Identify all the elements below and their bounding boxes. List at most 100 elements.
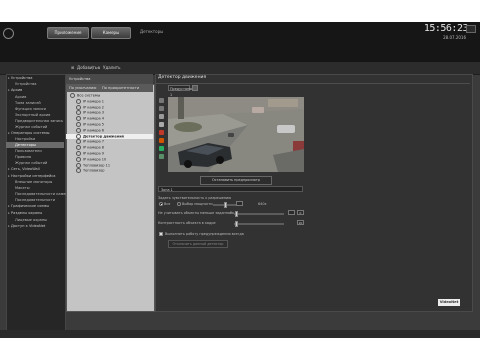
list-item-label: IP камера 5	[83, 122, 105, 127]
eraser-tool-icon[interactable]	[159, 122, 164, 127]
sidebar-item[interactable]: Настройки интерфейса	[8, 173, 56, 179]
section-label: Детекторы	[140, 29, 164, 34]
sidebar-item[interactable]: Графические схемы	[8, 203, 49, 209]
list-item[interactable]: IP камера 6	[76, 127, 105, 134]
list-item-label: IP камера 3	[83, 110, 105, 115]
pen-tool-icon[interactable]	[159, 106, 164, 111]
filter-priority[interactable]: По приоритетности	[102, 86, 139, 90]
list-item-label: Тепловизор	[83, 168, 105, 173]
divider-icon: |	[92, 65, 94, 70]
add-icon: ⊞	[71, 65, 75, 70]
list-item-label: IP камера 10	[83, 157, 107, 162]
object-size-slider-thumb[interactable]	[235, 211, 238, 217]
clock-time: 15:56:23	[423, 23, 469, 34]
move-tool-icon[interactable]	[159, 114, 164, 119]
tab-cameras[interactable]: Камеры	[91, 27, 131, 39]
object-min-value: 0	[230, 211, 233, 215]
camera-scene	[168, 97, 304, 172]
camera-icon	[76, 98, 81, 104]
object-size-slider-track[interactable]	[234, 213, 284, 215]
brand-watermark: VideoNet	[438, 299, 460, 306]
orange-zone-icon[interactable]	[159, 138, 164, 143]
camera-icon	[76, 116, 81, 122]
preset-select[interactable]: Предустановка 1	[168, 85, 197, 97]
preset-settings-button[interactable]	[192, 85, 198, 91]
object-size-input[interactable]: 0	[297, 210, 304, 215]
camera-icon	[76, 122, 81, 127]
sensitivity-slider-thumb[interactable]	[224, 202, 228, 208]
list-item-label: Тепловизор 11	[83, 163, 111, 168]
camera-icon	[76, 104, 81, 110]
sidebar-item[interactable]: Архив	[8, 87, 22, 93]
radio-all[interactable]	[159, 202, 163, 206]
sidebar-item[interactable]: Сеть, VideoWall	[8, 166, 40, 172]
camera-icon	[76, 162, 81, 168]
list-item[interactable]: Все системы	[70, 93, 100, 99]
minimize-button[interactable]	[466, 25, 476, 33]
list-item[interactable]: IP камера 9	[76, 151, 104, 157]
list-item-label: IP камера 1	[83, 99, 105, 104]
always-warn-checkbox[interactable]	[159, 232, 163, 236]
filter-default[interactable]: По умолчанию	[69, 86, 96, 90]
camera-icon	[76, 127, 81, 133]
list-item[interactable]: Детектор движения	[66, 133, 153, 140]
contrast-input[interactable]: 20	[297, 220, 304, 225]
clock-date: 28.07.2016	[443, 35, 466, 40]
list-item-label: IP камера 4	[83, 116, 105, 121]
disable-detector-button[interactable]: Отключить данный детектор	[168, 240, 228, 248]
camera-list-filters: По умолчанию По приоритетности	[66, 84, 153, 92]
delete-icon: ⊗	[97, 65, 101, 70]
list-item[interactable]: IP камера 8	[76, 145, 104, 151]
radio-power-label: Выбор мощности	[182, 202, 213, 206]
always-warn-label: Выполнить работу предупреждения всегда	[165, 232, 244, 236]
contrast-label: Контрастность объекта в кадре	[158, 221, 216, 225]
contrast-slider-thumb[interactable]	[235, 221, 238, 227]
cursor-tool-icon[interactable]	[159, 98, 164, 103]
grid-tool-icon[interactable]	[159, 154, 164, 159]
panel-title: Детектор движения	[158, 75, 207, 80]
sensitivity-label: Задать чувствительность к разрешению	[158, 196, 232, 200]
bottom-bar	[0, 330, 480, 338]
sidebar-item[interactable]: Разделы охраны	[8, 210, 42, 216]
list-item-label: IP камера 6	[83, 128, 105, 133]
radio-all-label: Все	[164, 202, 171, 206]
radio-power[interactable]	[177, 202, 181, 206]
camera-list-title: Устройства	[69, 77, 91, 81]
preview-toggle-button[interactable]: Остановить предпросмотр	[200, 176, 272, 185]
list-item[interactable]: Тепловизор 11	[76, 162, 111, 169]
list-item[interactable]: IP камера 7	[76, 139, 104, 145]
tab-application[interactable]: Приложение	[47, 27, 89, 39]
add-button[interactable]: Добавить	[77, 64, 97, 72]
camera-icon	[76, 145, 81, 151]
list-item[interactable]: IP камера 3	[76, 110, 104, 116]
list-item-label: IP камера 9	[83, 151, 105, 156]
camera-video-frame[interactable]	[168, 97, 304, 172]
camera-icon	[76, 156, 81, 162]
list-item[interactable]: IP камера 4	[76, 116, 104, 122]
sidebar-item[interactable]: Доступ к VideoNet	[8, 223, 45, 229]
list-item[interactable]: IP камера 1	[76, 98, 105, 105]
object-size-icon	[288, 210, 295, 215]
delete-button[interactable]: Удалить	[103, 64, 121, 72]
red-zone-icon[interactable]	[159, 130, 164, 135]
resolution-icon	[236, 201, 243, 206]
list-item[interactable]: IP камера 10	[76, 156, 107, 163]
camera-icon	[70, 93, 75, 98]
list-item[interactable]: Тепловизор	[76, 168, 105, 174]
list-item-label: Все системы	[77, 93, 101, 98]
contrast-slider-track[interactable]	[234, 223, 284, 225]
camera-icon	[76, 151, 81, 156]
camera-icon	[76, 139, 81, 145]
list-item[interactable]: IP камера 5	[76, 122, 104, 128]
list-item-label: IP камера 8	[83, 145, 105, 150]
list-item-label: IP камера 2	[83, 105, 105, 110]
sidebar-item[interactable]: Операторы системы	[8, 130, 50, 136]
list-item[interactable]: IP камера 2	[76, 104, 105, 111]
camera-icon	[76, 110, 81, 116]
zone-name-field[interactable]: Зона 1	[158, 186, 303, 192]
camera-icon	[76, 168, 81, 174]
camera-icon	[76, 133, 81, 139]
object-size-label: Не учитывать объекты меньше заданного	[158, 211, 234, 215]
resolution-value: 640x	[258, 202, 267, 206]
green-zone-icon[interactable]	[159, 146, 164, 151]
